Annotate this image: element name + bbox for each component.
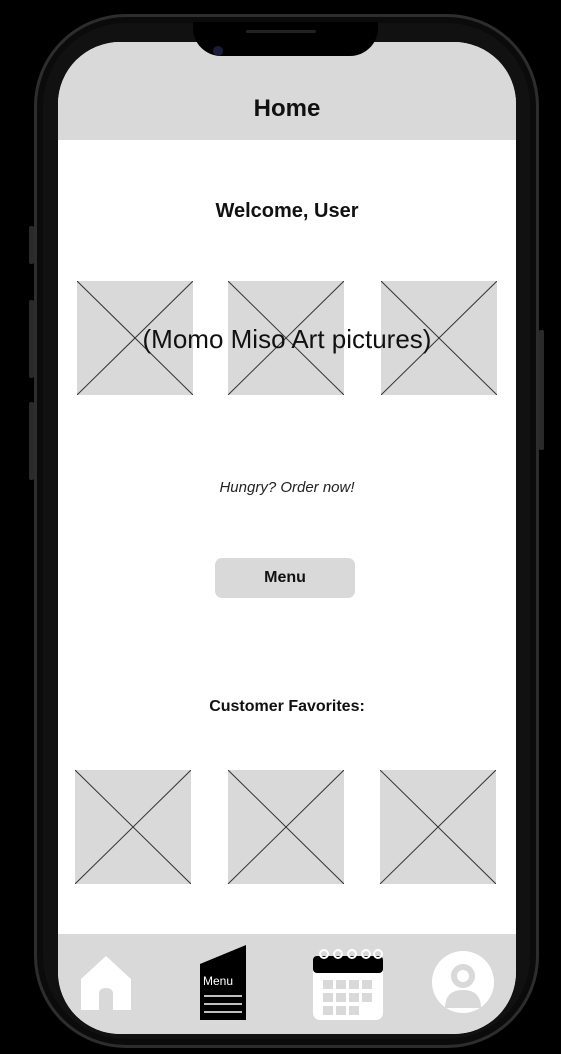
favorites-heading: Customer Favorites: bbox=[209, 698, 365, 715]
speaker bbox=[246, 30, 316, 33]
calendar-icon bbox=[313, 949, 383, 1020]
favorite-image-placeholder[interactable] bbox=[228, 770, 344, 884]
screen: Home Welcome, User (Momo Miso Art pictur… bbox=[58, 42, 516, 1034]
tab-home[interactable] bbox=[78, 952, 134, 1012]
tab-calendar[interactable] bbox=[310, 946, 386, 1022]
side-button-volume-down bbox=[29, 402, 34, 480]
camera bbox=[213, 46, 223, 56]
profile-icon bbox=[432, 951, 494, 1013]
tab-profile[interactable] bbox=[431, 950, 495, 1014]
home-icon bbox=[81, 956, 131, 1010]
side-button-silent bbox=[29, 226, 34, 264]
art-gallery-caption: (Momo Miso Art pictures) bbox=[142, 324, 432, 354]
promo-text: Hungry? Order now! bbox=[219, 479, 355, 496]
header: Home bbox=[58, 42, 516, 140]
tab-bar: Menu bbox=[58, 934, 516, 1034]
favorite-image-placeholder[interactable] bbox=[75, 770, 191, 884]
side-button-power bbox=[539, 330, 544, 450]
welcome-text: Welcome, User bbox=[215, 200, 359, 222]
favorite-image-placeholder[interactable] bbox=[380, 770, 496, 884]
menu-button[interactable]: Menu bbox=[215, 558, 355, 598]
tab-menu[interactable]: Menu bbox=[198, 944, 248, 1024]
menu-icon-label: Menu bbox=[203, 974, 234, 988]
page-title: Home bbox=[253, 95, 321, 122]
side-button-volume-up bbox=[29, 300, 34, 378]
